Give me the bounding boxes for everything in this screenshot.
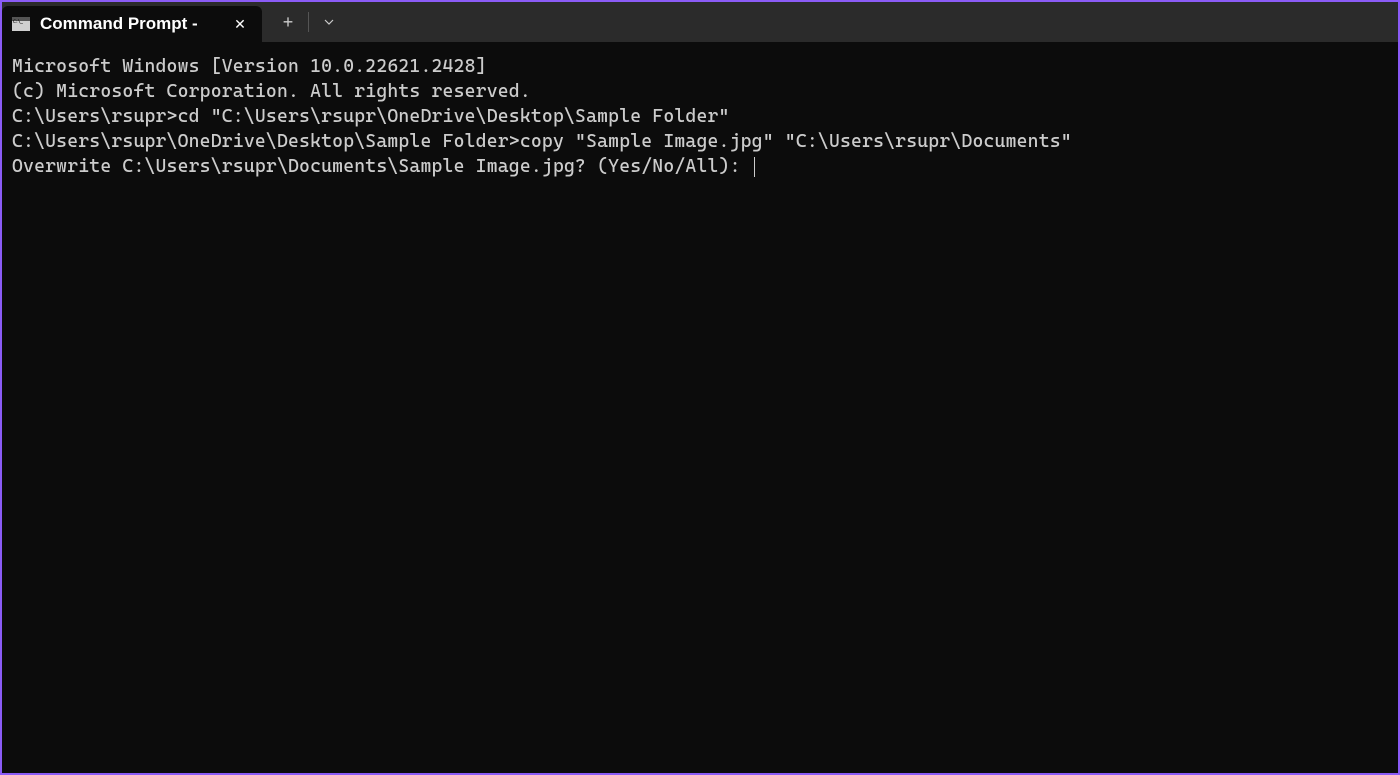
terminal-prompt-text: Overwrite C:\Users\rsupr\Documents\Sampl… (12, 156, 752, 177)
divider (308, 12, 309, 32)
new-tab-button[interactable]: + (270, 4, 306, 40)
terminal-prompt-line: Overwrite C:\Users\rsupr\Documents\Sampl… (12, 154, 1388, 179)
cursor (754, 157, 755, 177)
tab-command-prompt[interactable]: C:\_ Command Prompt - ✕ (2, 6, 262, 42)
chevron-down-icon (323, 16, 335, 28)
tab-title: Command Prompt - (40, 14, 220, 34)
tab-dropdown-button[interactable] (311, 4, 347, 40)
close-tab-button[interactable]: ✕ (230, 14, 250, 34)
terminal-output[interactable]: Microsoft Windows [Version 10.0.22621.24… (2, 42, 1398, 773)
command-prompt-icon: C:\_ (12, 17, 30, 31)
terminal-line: Microsoft Windows [Version 10.0.22621.24… (12, 54, 1388, 79)
terminal-line: C:\Users\rsupr\OneDrive\Desktop\Sample F… (12, 129, 1388, 154)
terminal-line: (c) Microsoft Corporation. All rights re… (12, 79, 1388, 104)
titlebar: C:\_ Command Prompt - ✕ + (2, 2, 1398, 42)
terminal-window: C:\_ Command Prompt - ✕ + Microsoft Wind… (2, 2, 1398, 773)
terminal-line: C:\Users\rsupr>cd "C:\Users\rsupr\OneDri… (12, 104, 1388, 129)
titlebar-actions: + (262, 2, 347, 42)
plus-icon: + (283, 12, 294, 33)
